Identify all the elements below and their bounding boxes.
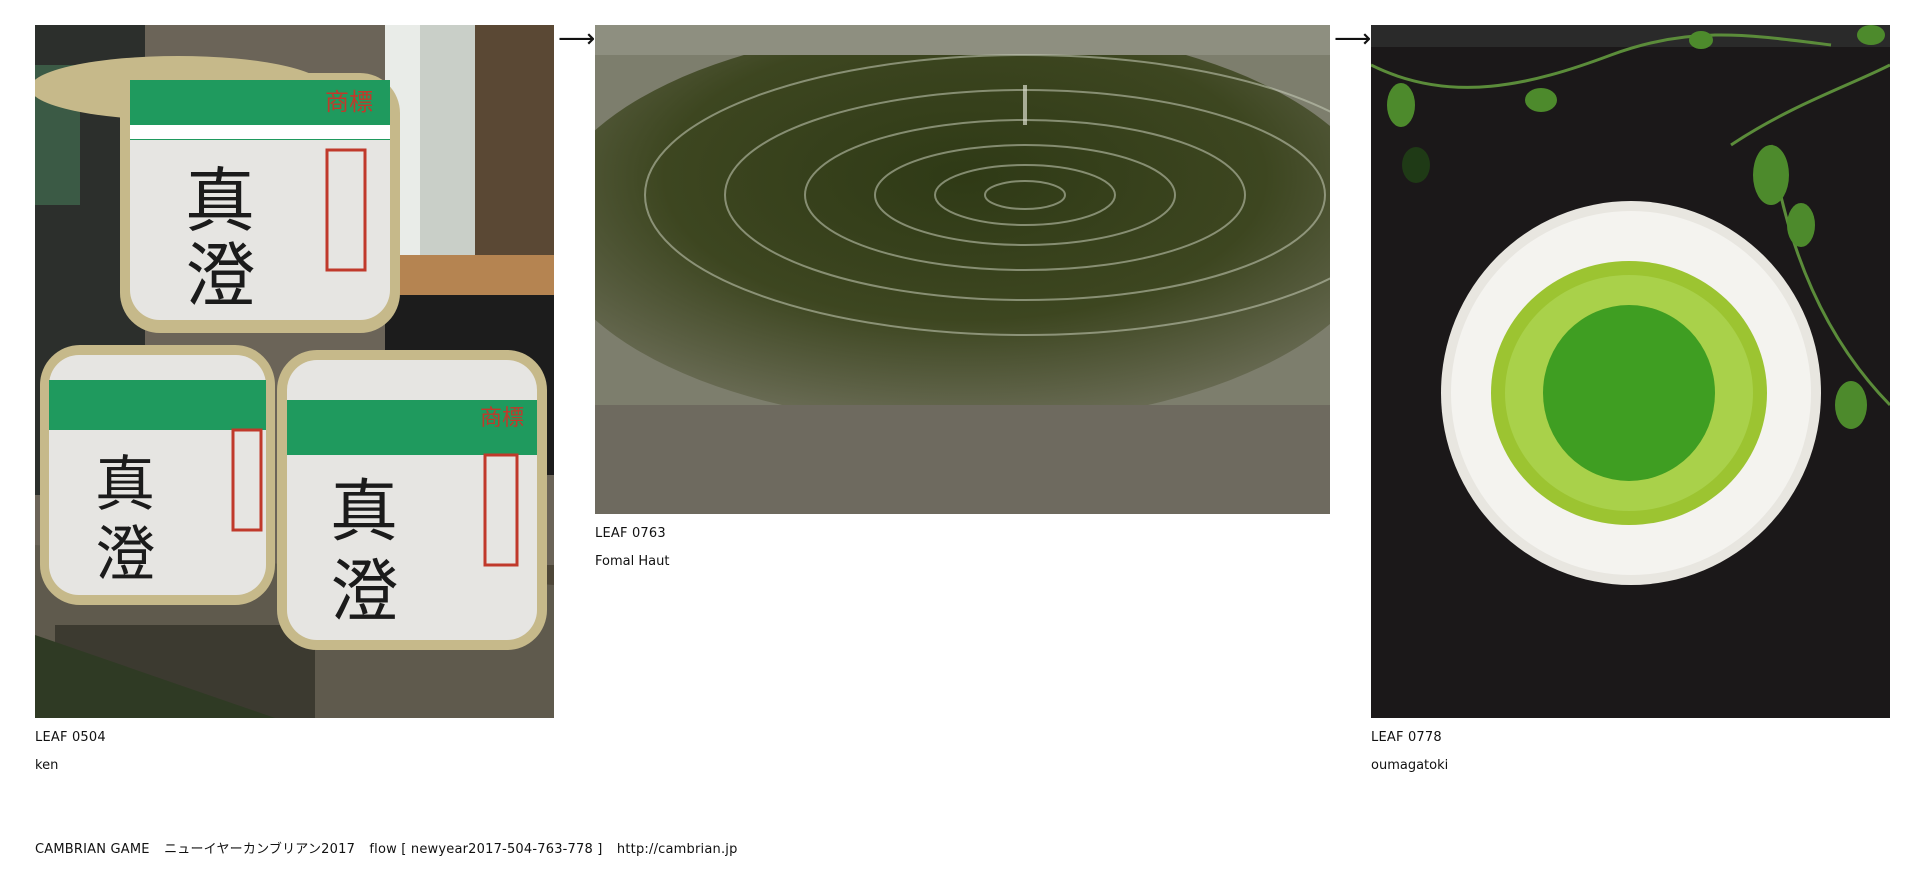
sake-barrels-image: 真 澄 商標 真 澄 真 澄 商標 [35, 25, 554, 718]
right-arrow-icon: ⟶ [558, 24, 596, 54]
leaf-card-0504: 真 澄 商標 真 澄 真 澄 商標 LEAF 0504 ken [35, 25, 554, 773]
svg-text:真: 真 [185, 160, 255, 242]
water-ripples-image [595, 25, 1330, 514]
svg-text:真: 真 [95, 450, 155, 520]
svg-text:澄: 澄 [95, 520, 155, 590]
leaf-photo-sake-barrels[interactable]: 真 澄 商標 真 澄 真 澄 商標 [35, 25, 554, 718]
right-arrow-icon: ⟶ [1334, 24, 1372, 54]
leaf-name[interactable]: Fomal Haut [595, 554, 669, 569]
leaf-id: LEAF 0778 [1371, 730, 1442, 745]
leaf-card-0778: LEAF 0778 oumagatoki [1371, 25, 1890, 773]
svg-text:澄: 澄 [330, 553, 398, 632]
leaf-name[interactable]: oumagatoki [1371, 758, 1448, 773]
footer-site-name[interactable]: CAMBRIAN GAME [35, 842, 150, 857]
svg-text:商標: 商標 [480, 406, 524, 431]
leaf-photo-water-ripples[interactable] [595, 25, 1330, 514]
footer-event-name[interactable]: ニューイヤーカンブリアン2017 [164, 842, 355, 857]
footer-flow-label: flow [ newyear2017-504-763-778 ] [369, 842, 603, 857]
footer-url-link[interactable]: http://cambrian.jp [617, 842, 738, 857]
svg-text:商標: 商標 [325, 88, 373, 116]
svg-text:澄: 澄 [185, 235, 255, 317]
leaf-id: LEAF 0504 [35, 730, 106, 745]
matcha-bowl-image [1371, 25, 1890, 718]
leaf-id: LEAF 0763 [595, 526, 666, 541]
svg-text:真: 真 [330, 473, 398, 552]
leaf-name[interactable]: ken [35, 758, 58, 773]
footer: CAMBRIAN GAME ニューイヤーカンブリアン2017 flow [ ne… [35, 838, 748, 857]
gallery-page: 真 澄 商標 真 澄 真 澄 商標 LEAF 0504 ken ⟶ LEAF 0… [0, 0, 1925, 872]
leaf-card-0763: LEAF 0763 Fomal Haut [595, 25, 1330, 569]
leaf-photo-matcha-bowl[interactable] [1371, 25, 1890, 718]
